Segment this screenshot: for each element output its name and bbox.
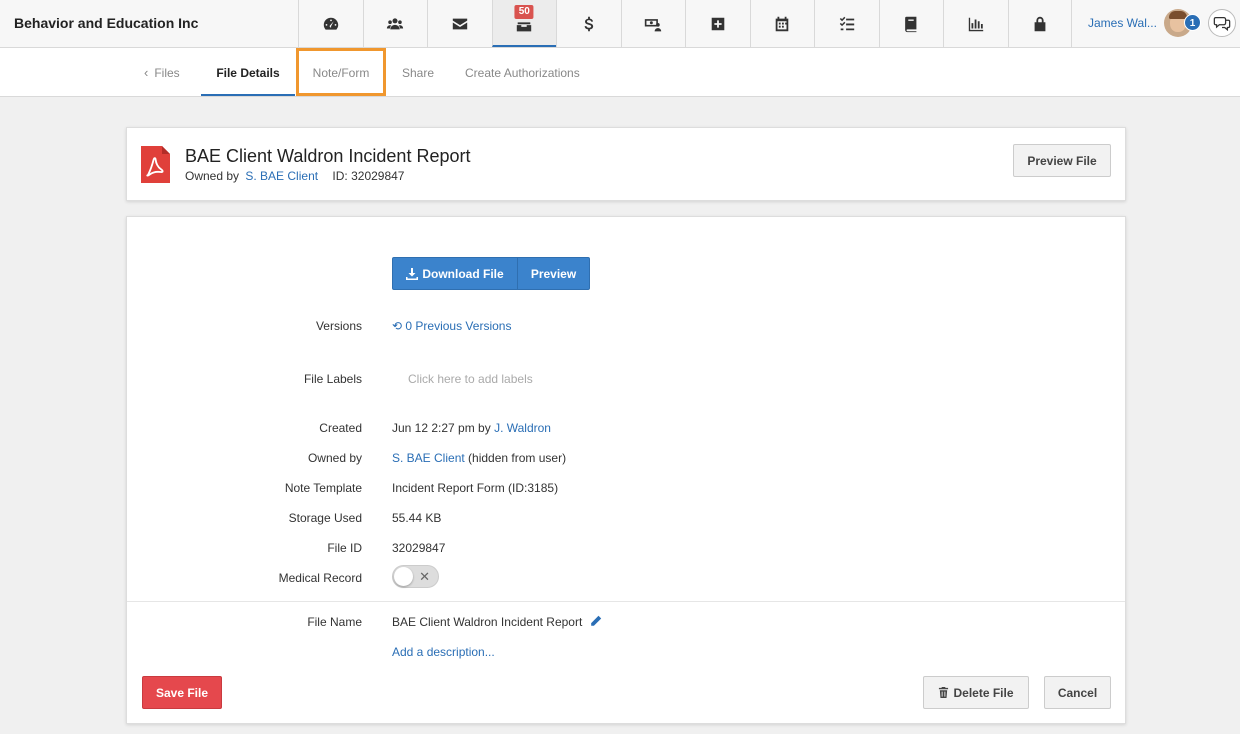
file-name-text: BAE Client Waldron Incident Report <box>392 615 583 629</box>
preview-file-button[interactable]: Preview File <box>1013 144 1111 177</box>
money-user-icon <box>645 18 662 31</box>
tab-file-details[interactable]: File Details <box>201 48 295 96</box>
toggle-knob <box>394 567 413 586</box>
preview-button[interactable]: Preview <box>518 258 589 289</box>
plus-square-icon <box>711 17 725 30</box>
medical-record-label: Medical Record <box>278 571 362 585</box>
back-to-files-label: Files <box>154 66 180 80</box>
dollar-icon <box>584 16 593 31</box>
nav-add[interactable] <box>685 0 750 47</box>
sub-navigation: ‹ Files File Details Note/Form Share Crea… <box>0 48 1240 97</box>
nav-tasks[interactable] <box>814 0 879 47</box>
nav-clients[interactable] <box>362 0 428 47</box>
nav-messages[interactable] <box>427 0 492 47</box>
nav-reports[interactable] <box>943 0 1008 47</box>
file-title: BAE Client Waldron Incident Report <box>185 146 471 166</box>
nav-calendar[interactable] <box>749 0 815 47</box>
nav-security[interactable] <box>1007 0 1072 47</box>
nav-files[interactable]: 50 <box>491 0 556 47</box>
file-id-value: 32029847 <box>392 541 446 555</box>
created-value: Jun 12 2:27 pm by J. Waldron <box>392 421 551 435</box>
back-to-files-link[interactable]: ‹ Files <box>144 48 180 96</box>
note-template-value: Incident Report Form (ID:3185) <box>392 481 559 495</box>
owned-by-value: S. BAE Client (hidden from user) <box>392 451 566 465</box>
nav-dashboard[interactable] <box>298 0 363 47</box>
file-labels-label: File Labels <box>303 372 362 386</box>
nav-icons: 50 <box>298 0 1072 47</box>
save-file-button[interactable]: Save File <box>142 676 222 709</box>
created-label: Created <box>319 421 362 435</box>
dashboard-icon <box>323 17 338 30</box>
brand-name[interactable]: Behavior and Education Inc <box>14 15 198 31</box>
envelope-icon <box>452 18 467 29</box>
tab-note-form[interactable]: Note/Form <box>296 48 386 96</box>
previous-versions-label: 0 Previous Versions <box>405 319 512 333</box>
user-name-link[interactable]: James Wal... <box>1088 16 1157 30</box>
file-details-card: Download File Preview Versions ⟲ 0 Previ… <box>126 216 1126 724</box>
files-count-badge: 50 <box>514 5 534 19</box>
download-icon <box>406 267 419 280</box>
users-icon <box>387 17 404 29</box>
history-icon: ⟲ <box>392 319 403 333</box>
versions-label: Versions <box>315 319 362 333</box>
trash-icon <box>939 687 949 698</box>
file-owner-line: Owned by S. BAE Client ID: 32029847 <box>185 169 404 183</box>
tab-create-authorizations[interactable]: Create Authorizations <box>465 48 580 96</box>
owned-by-label: Owned by <box>185 169 240 183</box>
storage-used-label: Storage Used <box>288 511 362 525</box>
owner-detail-link[interactable]: S. BAE Client <box>392 451 465 465</box>
created-date: Jun 12 2:27 pm by <box>392 421 491 435</box>
delete-file-button[interactable]: Delete File <box>923 676 1029 709</box>
file-id-text: ID: 32029847 <box>332 169 405 183</box>
lock-icon <box>1034 16 1046 31</box>
download-file-button[interactable]: Download File <box>393 258 518 289</box>
calendar-icon <box>775 16 789 31</box>
bar-chart-icon <box>968 17 983 31</box>
chat-button[interactable] <box>1208 9 1236 37</box>
owned-by-detail-label: Owned by <box>307 451 362 465</box>
file-header-card: BAE Client Waldron Incident Report Owned… <box>126 127 1126 201</box>
pdf-file-icon <box>141 146 170 183</box>
pencil-icon[interactable] <box>590 615 602 627</box>
download-preview-group: Download File Preview <box>392 257 590 290</box>
nav-payroll[interactable] <box>620 0 686 47</box>
owner-link[interactable]: S. BAE Client <box>245 169 318 183</box>
add-description-link[interactable]: Add a description... <box>392 645 495 659</box>
file-name-label: File Name <box>307 615 362 629</box>
file-id-label: File ID <box>327 541 362 555</box>
creator-link[interactable]: J. Waldron <box>494 421 551 435</box>
medical-record-toggle[interactable]: ✕ <box>392 565 439 588</box>
section-divider <box>127 601 1125 602</box>
checklist-icon <box>839 16 854 30</box>
cancel-button[interactable]: Cancel <box>1044 676 1111 709</box>
add-description-label: Add a description... <box>392 645 495 659</box>
tab-share[interactable]: Share <box>402 48 434 96</box>
file-labels-input[interactable]: Click here to add labels <box>408 372 533 386</box>
chat-bubbles-icon <box>1213 16 1231 32</box>
nav-library[interactable] <box>878 0 944 47</box>
file-name-value: BAE Client Waldron Incident Report <box>392 615 602 629</box>
inbox-tray-icon <box>517 21 532 31</box>
download-file-label: Download File <box>422 266 504 281</box>
top-bar: Behavior and Education Inc 50 James Wal.… <box>0 0 1240 48</box>
book-icon <box>905 16 917 32</box>
nav-billing[interactable] <box>556 0 621 47</box>
note-template-label: Note Template <box>284 481 362 495</box>
storage-used-value: 55.44 KB <box>392 511 442 525</box>
previous-versions-link[interactable]: ⟲ 0 Previous Versions <box>392 319 511 333</box>
toggle-off-icon: ✕ <box>419 569 430 584</box>
notification-badge[interactable]: 1 <box>1184 14 1201 31</box>
delete-file-label: Delete File <box>953 685 1014 700</box>
owner-visibility-note: (hidden from user) <box>468 451 567 465</box>
chevron-left-icon: ‹ <box>144 65 149 80</box>
